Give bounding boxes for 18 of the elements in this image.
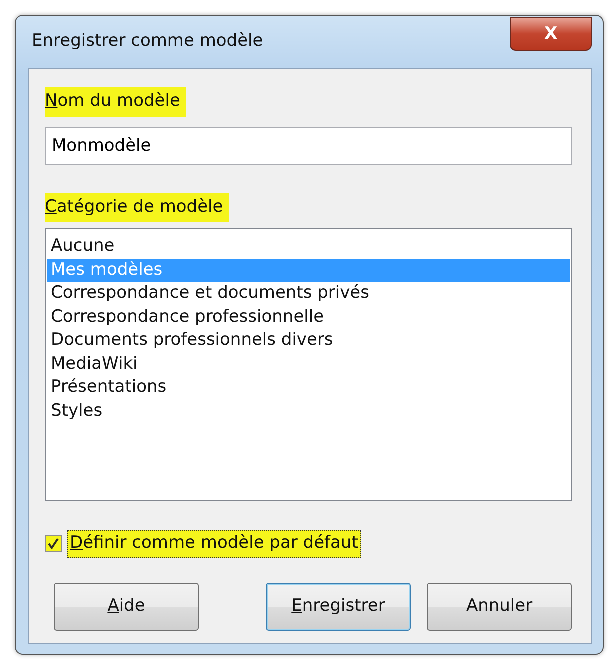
close-button[interactable]: X <box>510 17 592 51</box>
checkmark-icon <box>47 537 60 550</box>
field-label: Nom du modèle <box>45 87 186 116</box>
list-item[interactable]: MediaWiki <box>47 352 570 376</box>
field-label: Catégorie de modèle <box>45 192 230 222</box>
list-item[interactable]: Styles <box>47 400 570 423</box>
list-item[interactable]: Aucune <box>47 235 570 258</box>
checkbox-label[interactable]: Définir comme modèle par défaut <box>67 530 362 558</box>
list-item[interactable]: Documents professionnels divers <box>47 329 570 352</box>
dialog-button[interactable]: Aide <box>54 582 199 630</box>
list-item[interactable]: Correspondance et documents privés <box>47 282 570 306</box>
window-title: Enregistrer comme modèle <box>31 30 264 54</box>
list-item[interactable]: Correspondance professionnelle <box>47 306 570 329</box>
list-item[interactable]: Présentations <box>47 376 570 400</box>
checkbox[interactable] <box>45 535 62 552</box>
dialog-button[interactable]: Enregistrer <box>266 582 411 630</box>
input-field[interactable]: Monmodèle <box>45 126 572 164</box>
dialog-button[interactable]: Annuler <box>427 582 572 630</box>
